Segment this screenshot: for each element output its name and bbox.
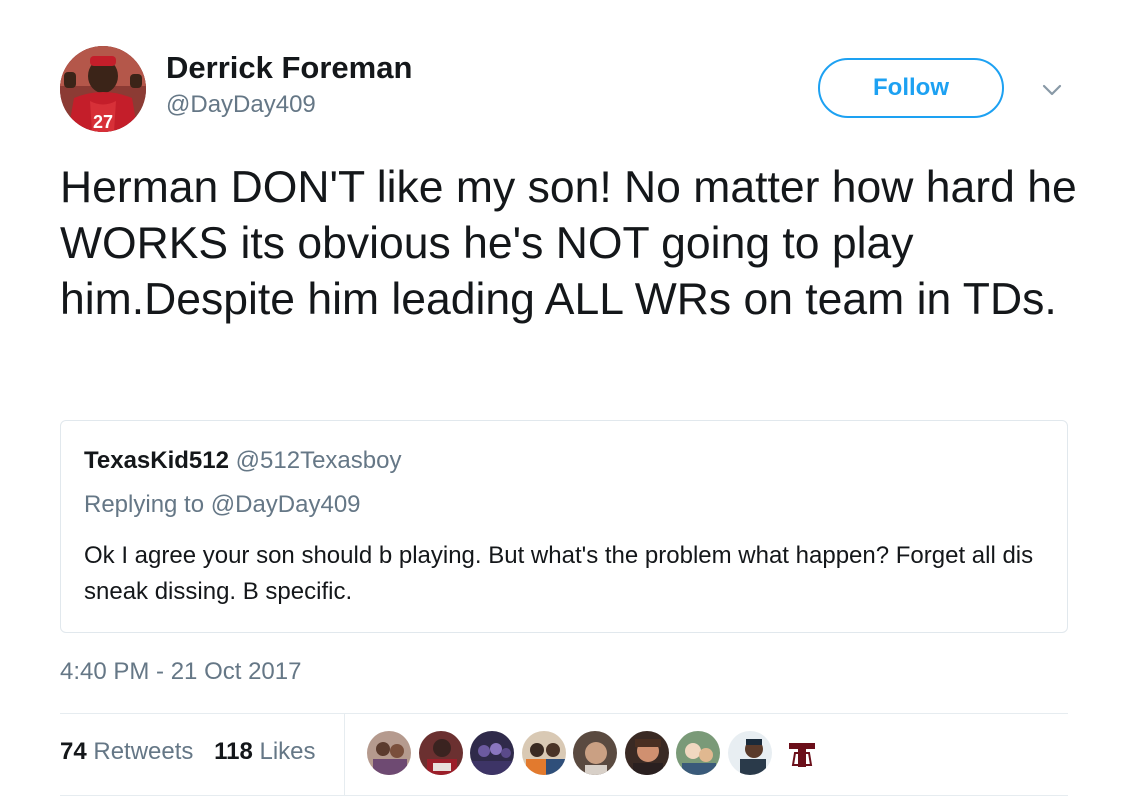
- liker-avatar[interactable]: [469, 730, 515, 776]
- svg-text:27: 27: [93, 112, 113, 132]
- quoted-tweet-header: TexasKid512 @512Texasboy: [84, 447, 401, 475]
- likes-label: Likes: [259, 738, 316, 765]
- chevron-down-icon[interactable]: [1040, 80, 1064, 100]
- quoted-tweet-text: Ok I agree your son should b playing. Bu…: [84, 542, 1034, 605]
- quoted-handle: @512Texasboy: [235, 447, 402, 474]
- liker-avatar[interactable]: [520, 730, 567, 776]
- likes-stat[interactable]: 118 Likes: [214, 738, 315, 766]
- liker-avatar[interactable]: [417, 730, 464, 776]
- liker-avatar[interactable]: [366, 730, 412, 776]
- follow-button[interactable]: Follow: [818, 58, 1004, 118]
- stats-divider-top: [60, 713, 1068, 714]
- tweet-stats: 74 Retweets 118 Likes: [60, 738, 330, 766]
- author-avatar[interactable]: 27: [60, 46, 146, 132]
- stats-divider-vertical: [344, 714, 345, 795]
- author-handle[interactable]: @DayDay409: [166, 91, 316, 119]
- likes-count: 118: [214, 738, 253, 765]
- liker-avatar[interactable]: [675, 730, 721, 776]
- quoted-display-name: TexasKid512: [84, 447, 229, 474]
- retweets-count: 74: [60, 738, 87, 765]
- retweets-label: Retweets: [93, 738, 194, 765]
- replying-to-line: Replying to @DayDay409: [84, 491, 361, 519]
- retweets-stat[interactable]: 74 Retweets: [60, 738, 193, 766]
- tweet-text: Herman DON'T like my son! No matter how …: [60, 163, 1077, 324]
- replying-to-handle[interactable]: @DayDay409: [211, 491, 361, 518]
- replying-to-prefix: Replying to: [84, 491, 205, 518]
- stats-divider-bottom: [60, 795, 1068, 796]
- tweet-timestamp[interactable]: 4:40 PM - 21 Oct 2017: [60, 658, 301, 686]
- liker-avatar[interactable]: [726, 730, 773, 776]
- avatar-image: 27: [60, 46, 146, 132]
- author-display-name[interactable]: Derrick Foreman: [166, 50, 412, 86]
- liker-avatar[interactable]: [778, 730, 824, 776]
- quoted-tweet[interactable]: TexasKid512 @512Texasboy Replying to @Da…: [60, 420, 1068, 633]
- liker-avatar[interactable]: [623, 730, 670, 776]
- liker-avatar[interactable]: [572, 730, 618, 776]
- liker-avatars: [366, 730, 830, 778]
